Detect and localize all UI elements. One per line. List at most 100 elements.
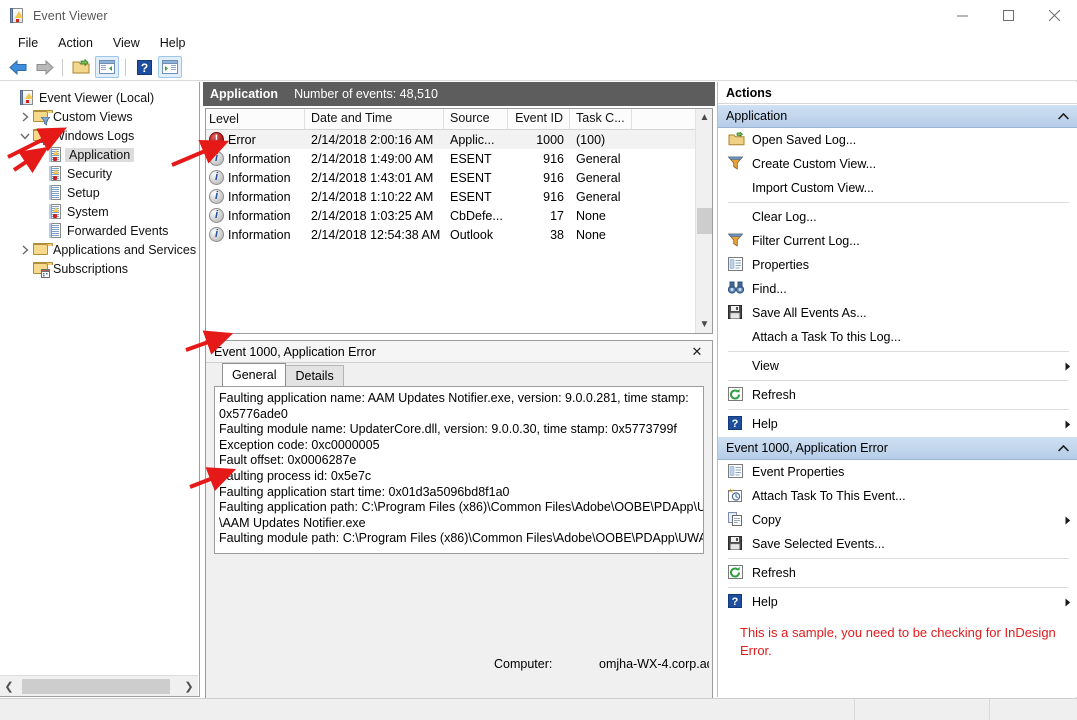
action-item-create-custom-view[interactable]: Create Custom View... [718,152,1077,176]
menu-bar: File Action View Help [0,31,1077,54]
action-item-label: Attach Task To This Event... [752,489,1059,503]
event-description-box[interactable]: Faulting application name: AAM Updates N… [214,386,704,554]
events-vertical-scrollbar[interactable]: ▲ ▼ [695,109,712,333]
cell-datetime: 2/14/2018 12:54:38 AM [305,228,444,242]
scroll-left-icon[interactable]: ❮ [0,677,18,696]
chevron-down-icon[interactable] [18,131,32,141]
tree-item-subscriptions[interactable]: Subscriptions [0,259,198,278]
action-item-save-all-events-as[interactable]: Save All Events As... [718,301,1077,325]
log-warn-icon [46,147,63,162]
menu-view[interactable]: View [103,33,150,53]
maximize-icon[interactable] [985,0,1031,31]
toolbar: ? [0,54,1077,81]
event-description-text: Faulting application name: AAM Updates N… [215,387,703,547]
question-mark-icon[interactable]: ? [132,56,156,78]
action-item-attach-a-task-to-this-log[interactable]: Attach a Task To this Log... [718,325,1077,349]
save-icon [728,536,746,552]
action-item-label: Save All Events As... [752,306,1059,320]
close-icon[interactable] [1031,0,1077,31]
log-icon [46,223,63,238]
tree-item-security[interactable]: Security [0,164,198,183]
description-line: \AAM Updates Notifier.exe [219,516,703,532]
scroll-right-icon[interactable]: ❯ [180,677,198,696]
action-item-save-selected-events[interactable]: Save Selected Events... [718,532,1077,556]
action-item-help[interactable]: ? Help [718,412,1077,436]
tree-item-event-viewer-local[interactable]: Event Viewer (Local) [0,88,198,107]
action-item-refresh[interactable]: Refresh [718,561,1077,585]
table-row[interactable]: Error2/14/2018 2:00:16 AMApplic...1000(1… [206,130,712,149]
menu-action[interactable]: Action [48,33,103,53]
action-item-label: Refresh [752,388,1059,402]
actions-group-title: Event 1000, Application Error [726,441,1058,455]
event-detail-tabs: General Details [206,363,712,386]
chevron-right-icon[interactable] [18,112,32,122]
column-header-source[interactable]: Source [444,109,508,129]
tree-item-system[interactable]: System [0,202,198,221]
table-row[interactable]: Information2/14/2018 1:49:00 AMESENT916G… [206,149,712,168]
column-header-level[interactable]: Level [206,109,305,129]
action-item-view[interactable]: View [718,354,1077,378]
actions-group-header-event[interactable]: Event 1000, Application Error [718,436,1077,460]
table-row[interactable]: Information2/14/2018 1:10:22 AMESENT916G… [206,187,712,206]
action-item-open-saved-log[interactable]: Open Saved Log... [718,128,1077,152]
chevron-up-icon[interactable] [1058,441,1069,455]
open-folder-icon[interactable] [69,56,93,78]
action-item-import-custom-view[interactable]: Import Custom View... [718,176,1077,200]
column-header-datetime[interactable]: Date and Time [305,109,444,129]
tree-scroll-track[interactable] [18,677,180,696]
table-row[interactable]: Information2/14/2018 12:54:38 AMOutlook3… [206,225,712,244]
column-header-task[interactable]: Task C... [570,109,632,129]
events-scroll-thumb[interactable] [697,208,712,234]
action-item-clear-log[interactable]: Clear Log... [718,205,1077,229]
menu-help[interactable]: Help [150,33,196,53]
action-item-properties[interactable]: Properties [718,253,1077,277]
menu-file[interactable]: File [8,33,48,53]
action-item-copy[interactable]: Copy [718,508,1077,532]
toolbar-separator-2 [125,59,126,76]
tab-general[interactable]: General [222,363,286,386]
event-viewer-icon [18,90,35,105]
tree-item-application[interactable]: Application [0,145,198,164]
scroll-up-icon[interactable]: ▲ [696,109,713,126]
event-viewer-window: Event Viewer File Action View Help [0,0,1077,720]
minimize-icon[interactable] [939,0,985,31]
action-item-attach-task-to-this-event[interactable]: Attach Task To This Event... [718,484,1077,508]
description-line: Faulting application name: AAM Updates N… [219,391,703,407]
action-pane-icon[interactable] [158,56,182,78]
help-icon: ? [728,416,746,432]
chevron-up-icon[interactable] [1058,109,1069,123]
cell-task: General [570,152,632,166]
title-bar: Event Viewer [0,0,1077,31]
submenu-arrow-icon [1059,516,1077,525]
actions-separator [728,380,1069,381]
save-icon [728,305,746,321]
table-row[interactable]: Information2/14/2018 1:03:25 AMCbDefe...… [206,206,712,225]
action-item-event-properties[interactable]: Event Properties [718,460,1077,484]
action-item-filter-current-log[interactable]: Filter Current Log... [718,229,1077,253]
forward-button[interactable] [32,56,56,78]
console-tree-icon[interactable] [95,56,119,78]
tree-item-applications-and-services-lo[interactable]: Applications and Services Lo [0,240,198,259]
column-header-event-id[interactable]: Event ID [508,109,570,129]
actions-group-header-application[interactable]: Application [718,104,1077,128]
tree-horizontal-scrollbar[interactable]: ❮ ❯ [0,675,198,696]
action-item-label: Help [752,417,1059,431]
tree-item-forwarded-events[interactable]: Forwarded Events [0,221,198,240]
scroll-down-icon[interactable]: ▼ [696,316,713,333]
chevron-right-icon[interactable] [18,245,32,255]
tree-item-windows-logs[interactable]: Windows Logs [0,126,198,145]
tree-scroll-thumb[interactable] [22,679,170,694]
action-item-label: View [752,359,1059,373]
action-item-help[interactable]: ?Help [718,590,1077,614]
tab-details[interactable]: Details [285,365,343,386]
actions-title: Actions [718,82,1077,104]
tree-item-custom-views[interactable]: Custom Views [0,107,198,126]
table-row[interactable]: Information2/14/2018 1:43:01 AMESENT916G… [206,168,712,187]
tree-item-setup[interactable]: Setup [0,183,198,202]
action-item-find[interactable]: Find... [718,277,1077,301]
action-item-refresh[interactable]: Refresh [718,383,1077,407]
cell-source: CbDefe... [444,209,508,223]
back-button[interactable] [6,56,30,78]
description-line: Faulting module path: C:\Program Files (… [219,531,703,547]
close-icon[interactable]: ✕ [688,343,706,361]
